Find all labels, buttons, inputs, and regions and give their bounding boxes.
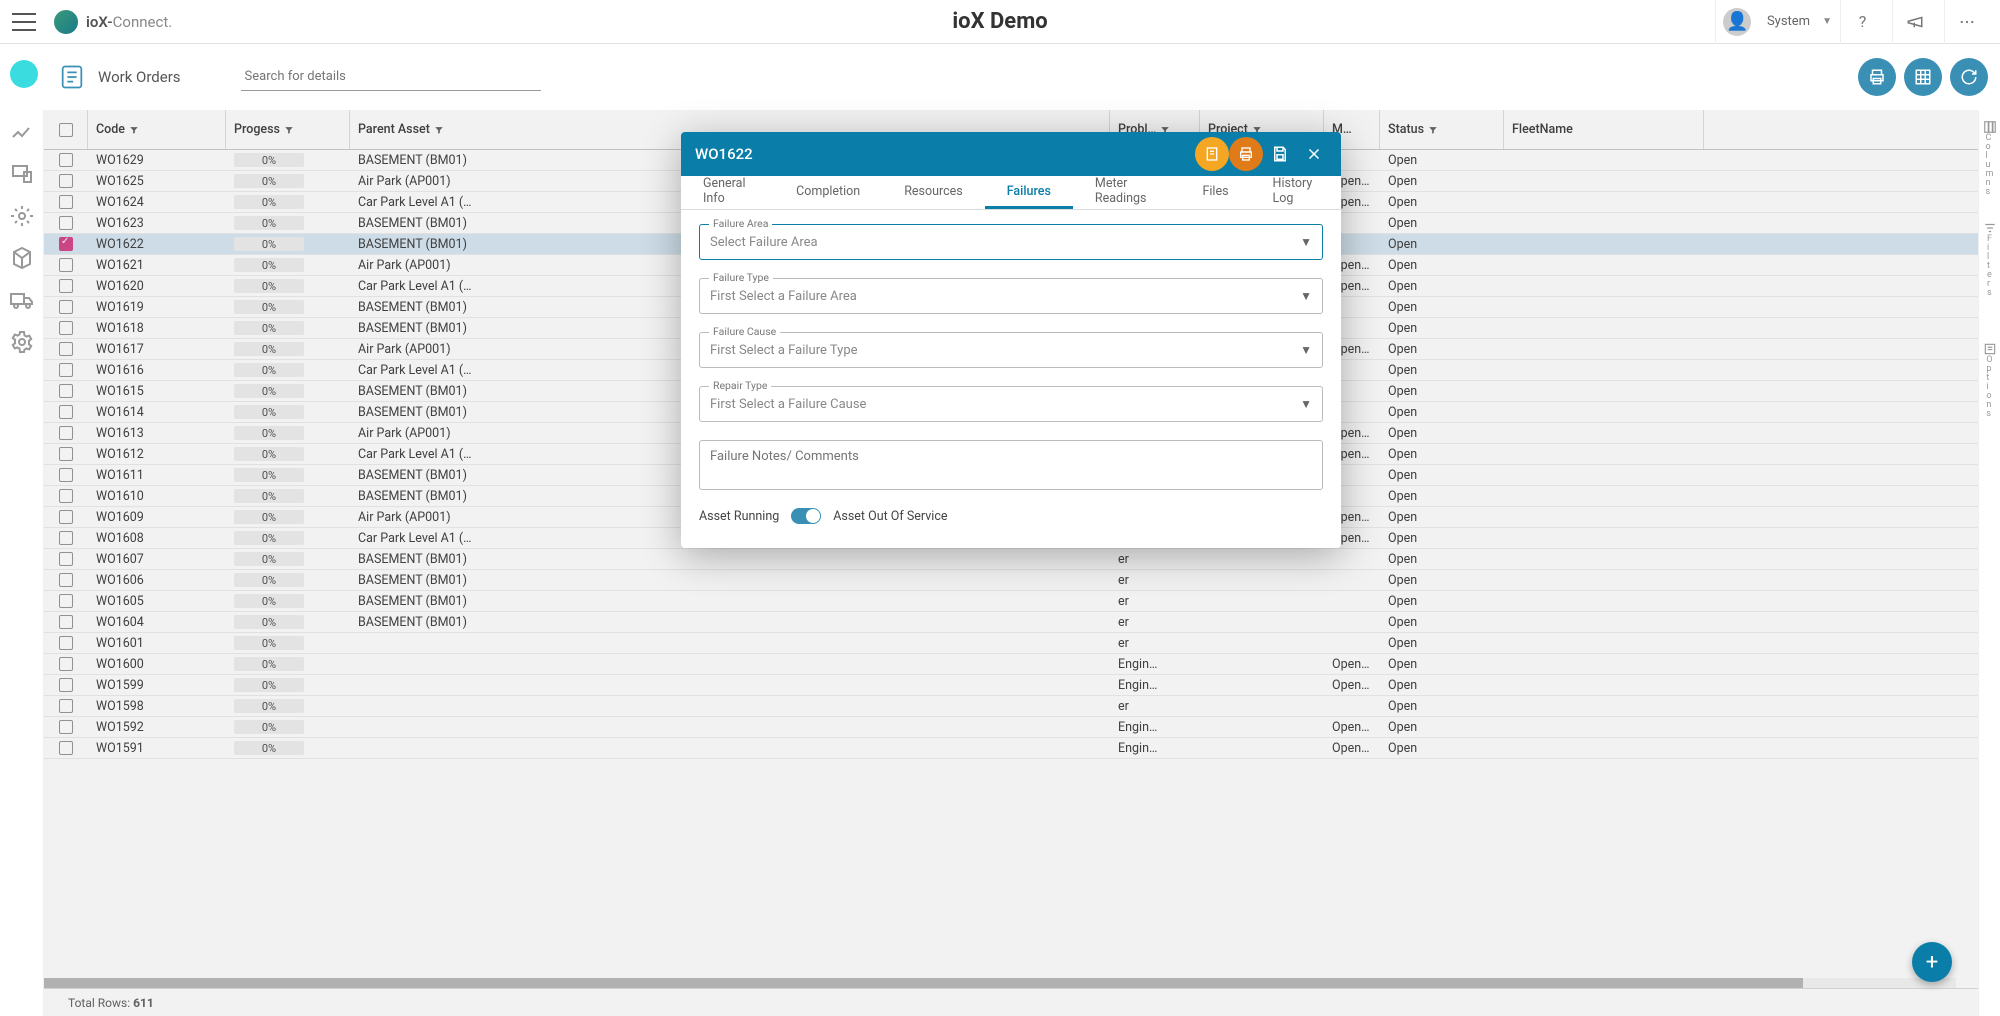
topbar: ioX-Connect. ioX Demo 👤 System ▼ ? bbox=[0, 0, 2000, 44]
modal-tabs: General InfoCompletionResourcesFailuresM… bbox=[681, 176, 1341, 210]
failure-area-field: Failure Area Select Failure Area▼ bbox=[699, 224, 1323, 260]
toggle-right-label: Asset Out Of Service bbox=[833, 509, 947, 524]
user-avatar[interactable] bbox=[10, 60, 38, 88]
toolbar: Work Orders bbox=[0, 44, 2000, 110]
failure-area-label: Failure Area bbox=[709, 217, 772, 230]
system-label[interactable]: System bbox=[1767, 14, 1810, 29]
asset-running-toggle-row: Asset Running Asset Out Of Service bbox=[699, 508, 1323, 524]
modal-header: WO1622 bbox=[681, 132, 1341, 176]
brand-text: ioX-Connect. bbox=[86, 13, 172, 31]
filter-icon bbox=[1983, 221, 1997, 235]
repair-type-select[interactable]: First Select a Failure Cause▼ bbox=[699, 386, 1323, 422]
failure-type-select[interactable]: First Select a Failure Area▼ bbox=[699, 278, 1323, 314]
failure-notes-input[interactable] bbox=[699, 440, 1323, 490]
refresh-button[interactable] bbox=[1950, 58, 1988, 96]
sidenav-chart-icon[interactable] bbox=[10, 120, 34, 144]
announce-icon[interactable] bbox=[1892, 0, 1936, 44]
rail-filters[interactable]: Filters bbox=[1983, 221, 1997, 298]
chevron-down-icon[interactable]: ▼ bbox=[1822, 16, 1832, 27]
sidenav-devices-icon[interactable] bbox=[10, 162, 34, 186]
modal-overlay: WO1622 bbox=[44, 110, 1978, 1016]
modal-title: WO1622 bbox=[695, 145, 753, 163]
failure-cause-label: Failure Cause bbox=[709, 325, 780, 338]
options-icon bbox=[1983, 342, 1997, 356]
tab-history-log[interactable]: History Log bbox=[1251, 176, 1341, 209]
tab-meter-readings[interactable]: Meter Readings bbox=[1073, 176, 1181, 209]
chevron-down-icon: ▼ bbox=[1300, 343, 1312, 357]
brand-logo bbox=[54, 10, 78, 34]
main: Code Progess Parent Asset Probl… Project… bbox=[0, 110, 2000, 1016]
search-wrap bbox=[241, 63, 541, 91]
tab-completion[interactable]: Completion bbox=[774, 176, 882, 209]
right-rail: Columns Filters Options bbox=[1978, 110, 2000, 1016]
rail-options[interactable]: Options bbox=[1983, 342, 1997, 419]
toolbar-title: Work Orders bbox=[98, 68, 181, 86]
modal: WO1622 bbox=[681, 132, 1341, 548]
content: Code Progess Parent Asset Probl… Project… bbox=[44, 110, 1978, 1016]
chevron-down-icon: ▼ bbox=[1300, 289, 1312, 303]
tab-files[interactable]: Files bbox=[1180, 176, 1250, 209]
print-button[interactable] bbox=[1858, 58, 1896, 96]
sidenav bbox=[0, 110, 44, 1016]
asset-running-toggle[interactable] bbox=[791, 508, 821, 524]
user-avatar-icon: 👤 bbox=[1723, 8, 1751, 36]
work-orders-icon bbox=[56, 61, 88, 93]
columns-icon bbox=[1983, 120, 1997, 134]
modal-header-actions bbox=[1195, 137, 1331, 171]
repair-type-label: Repair Type bbox=[709, 379, 771, 392]
toggle-left-label: Asset Running bbox=[699, 509, 779, 524]
chevron-down-icon: ▼ bbox=[1300, 397, 1312, 411]
menu-icon[interactable] bbox=[12, 10, 36, 34]
more-icon[interactable] bbox=[1944, 0, 1988, 44]
brand: ioX-Connect. bbox=[54, 10, 172, 34]
topbar-actions: 👤 System ▼ ? bbox=[1715, 0, 1988, 44]
modal-save-icon[interactable] bbox=[1263, 137, 1297, 171]
failure-cause-field: Failure Cause First Select a Failure Typ… bbox=[699, 332, 1323, 368]
sidenav-gear-icon[interactable] bbox=[10, 204, 34, 228]
add-button[interactable]: + bbox=[1912, 942, 1952, 982]
help-button[interactable]: ? bbox=[1840, 0, 1884, 44]
failure-type-field: Failure Type First Select a Failure Area… bbox=[699, 278, 1323, 314]
failure-type-label: Failure Type bbox=[709, 271, 773, 284]
tab-resources[interactable]: Resources bbox=[882, 176, 985, 209]
sidenav-settings-icon[interactable] bbox=[10, 330, 34, 354]
failure-notes-field bbox=[699, 440, 1323, 490]
modal-action-1-icon[interactable] bbox=[1195, 137, 1229, 171]
modal-close-icon[interactable] bbox=[1297, 137, 1331, 171]
sidenav-truck-icon[interactable] bbox=[10, 288, 34, 312]
page-title: ioX Demo bbox=[952, 9, 1047, 34]
grid-button[interactable] bbox=[1904, 58, 1942, 96]
user-menu[interactable]: 👤 bbox=[1715, 0, 1759, 44]
rail-columns[interactable]: Columns bbox=[1983, 120, 1997, 197]
tab-failures[interactable]: Failures bbox=[985, 176, 1073, 209]
sidenav-cube-icon[interactable] bbox=[10, 246, 34, 270]
modal-print-icon[interactable] bbox=[1229, 137, 1263, 171]
toolbar-actions bbox=[1858, 58, 1988, 96]
failure-area-select[interactable]: Select Failure Area▼ bbox=[699, 224, 1323, 260]
search-input[interactable] bbox=[241, 63, 541, 91]
tab-general-info[interactable]: General Info bbox=[681, 176, 774, 209]
repair-type-field: Repair Type First Select a Failure Cause… bbox=[699, 386, 1323, 422]
chevron-down-icon: ▼ bbox=[1300, 235, 1312, 249]
failure-cause-select[interactable]: First Select a Failure Type▼ bbox=[699, 332, 1323, 368]
modal-body: Failure Area Select Failure Area▼ Failur… bbox=[681, 210, 1341, 548]
